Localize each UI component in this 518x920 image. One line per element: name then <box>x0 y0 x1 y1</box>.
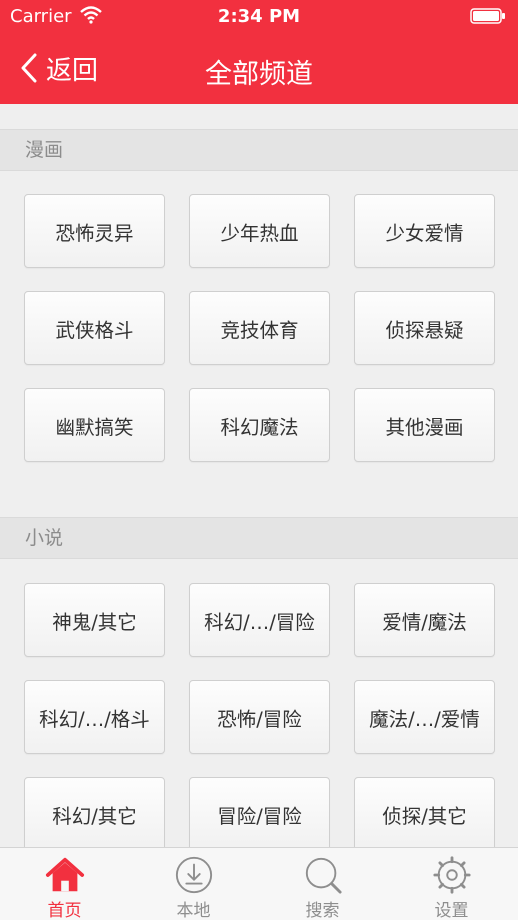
gear-icon <box>432 856 471 894</box>
channel-button[interactable]: 爱情/魔法 <box>354 583 495 657</box>
page-title: 全部频道 <box>205 59 313 90</box>
channel-button[interactable]: 少女爱情 <box>354 194 495 268</box>
channel-button[interactable]: 冒险/冒险 <box>189 777 330 847</box>
tab-bar: 首页 本地 搜索 设置 <box>0 847 518 920</box>
tab-settings-label: 设置 <box>434 901 469 920</box>
tab-local-label: 本地 <box>176 901 211 920</box>
status-time: 2:34 PM <box>217 6 301 27</box>
channel-button[interactable]: 科幻/…/格斗 <box>24 680 165 754</box>
channel-button[interactable]: 侦探/其它 <box>354 777 495 847</box>
channel-button[interactable]: 侦探悬疑 <box>354 291 495 365</box>
channel-button[interactable]: 科幻/其它 <box>24 777 165 847</box>
channel-button[interactable]: 恐怖/冒险 <box>189 680 330 754</box>
tab-home[interactable]: 首页 <box>0 848 129 920</box>
channel-button[interactable]: 武侠格斗 <box>24 291 165 365</box>
channel-button[interactable]: 科幻魔法 <box>189 388 330 462</box>
channel-button[interactable]: 科幻/…/冒险 <box>189 583 330 657</box>
section-header-comics: 漫画 <box>0 129 518 171</box>
tab-home-label: 首页 <box>47 901 82 920</box>
download-icon <box>175 856 212 894</box>
tab-local[interactable]: 本地 <box>129 848 258 920</box>
search-icon <box>305 857 342 894</box>
channel-button[interactable]: 魔法/…/爱情 <box>354 680 495 754</box>
nav-bar: 返回 全部频道 <box>0 34 518 104</box>
channel-button[interactable]: 幽默搞笑 <box>24 388 165 462</box>
channel-button[interactable]: 神鬼/其它 <box>24 583 165 657</box>
channel-button[interactable]: 少年热血 <box>189 194 330 268</box>
channel-button[interactable]: 竞技体育 <box>189 291 330 365</box>
tab-search-label: 搜索 <box>305 901 340 920</box>
channel-list[interactable]: 漫画 恐怖灵异 少年热血 少女爱情 武侠格斗 竞技体育 侦探悬疑 幽默搞笑 科幻… <box>0 104 518 847</box>
header: Carrier 2:34 PM 返回 全部频道 <box>0 0 518 104</box>
status-bar: Carrier 2:34 PM <box>0 0 518 34</box>
battery-icon <box>470 8 505 24</box>
tab-settings[interactable]: 设置 <box>387 848 516 920</box>
channel-button[interactable]: 其他漫画 <box>354 388 495 462</box>
section-header-novels: 小说 <box>0 517 518 559</box>
home-icon <box>45 857 84 892</box>
channel-button[interactable]: 恐怖灵异 <box>24 194 165 268</box>
tab-search[interactable]: 搜索 <box>258 848 387 920</box>
